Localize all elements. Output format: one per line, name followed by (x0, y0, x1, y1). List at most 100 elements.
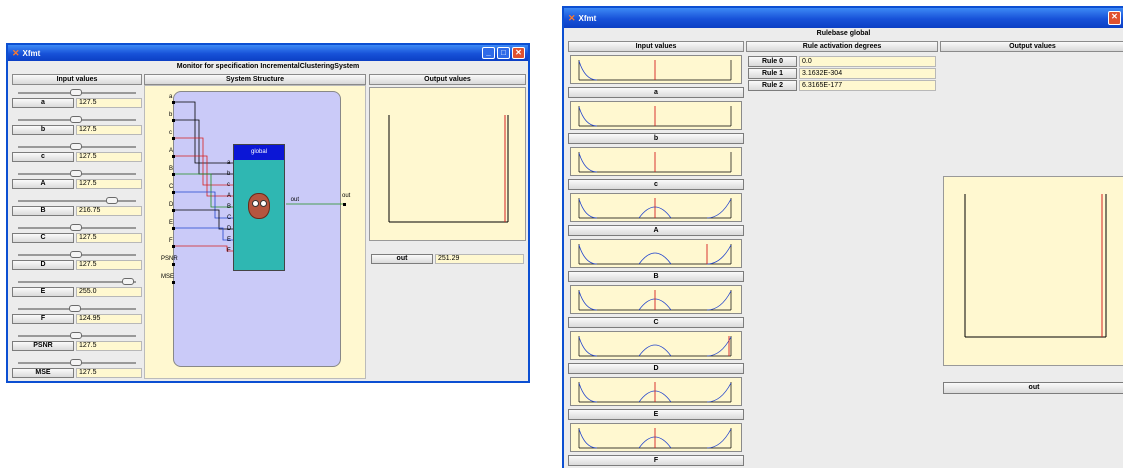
rule-activation-value: 0.0 (799, 56, 936, 67)
input-row: C 127.5 (12, 233, 142, 243)
rb-output-plot (943, 176, 1123, 366)
input-row: E 255.0 (12, 287, 142, 297)
membership-chart (570, 55, 742, 84)
input-value[interactable]: 127.5 (76, 125, 142, 135)
input-value[interactable]: 124.95 (76, 314, 142, 324)
slider-thumb[interactable] (70, 224, 82, 231)
window-title: Xfmt (22, 48, 41, 58)
structure-input-label: D (169, 202, 174, 208)
owl-icon (248, 193, 270, 219)
module-out-label: out (290, 197, 299, 203)
minimize-icon[interactable]: _ (482, 47, 495, 59)
membership-chart (570, 377, 742, 406)
monitor-header: Monitor for specification IncrementalClu… (176, 63, 360, 70)
rb-input-panel: Input values a b c A B C D E F (568, 41, 744, 468)
slider-thumb[interactable] (68, 305, 81, 312)
input-row: a 127.5 (12, 98, 142, 108)
rules-panel: Rule activation degrees Rule 0 0.0 Rule 13… (746, 41, 938, 468)
input-value[interactable]: 127.5 (76, 341, 142, 351)
input-slider[interactable] (12, 358, 142, 367)
membership-label: b (568, 133, 744, 144)
membership-label: A (568, 225, 744, 236)
input-value[interactable]: 127.5 (76, 152, 142, 162)
input-slider[interactable] (12, 196, 142, 205)
monitor-window: ✕ Xfmt _ □ ✕ Monitor for specification I… (6, 43, 530, 383)
input-row: D 127.5 (12, 260, 142, 270)
input-value[interactable]: 127.5 (76, 368, 142, 378)
maximize-icon[interactable]: □ (497, 47, 510, 59)
input-value[interactable]: 127.5 (76, 260, 142, 270)
structure-input-dot (172, 227, 175, 230)
membership-chart (570, 193, 742, 222)
structure-input-dot (172, 209, 175, 212)
input-slider[interactable] (12, 304, 142, 313)
slider-thumb[interactable] (70, 143, 82, 150)
input-slider[interactable] (12, 331, 142, 340)
membership-plot (578, 428, 732, 449)
input-value[interactable]: 127.5 (76, 179, 142, 189)
input-slider[interactable] (12, 142, 142, 151)
input-value[interactable]: 127.5 (76, 98, 142, 108)
input-value[interactable]: 255.0 (76, 287, 142, 297)
membership-plot (578, 244, 732, 265)
membership-plot (578, 336, 732, 357)
rule-name: Rule 2 (748, 80, 797, 91)
slider-thumb[interactable] (122, 278, 134, 285)
close-icon[interactable]: ✕ (512, 47, 525, 59)
membership-chart (570, 423, 742, 452)
window-title: Xfmt (578, 13, 597, 23)
output-row: out 251.29 (371, 254, 524, 264)
input-name: F (12, 314, 74, 324)
input-values-heading: Input values (12, 74, 142, 85)
slider-thumb[interactable] (70, 359, 82, 366)
structure-input-label: F (169, 238, 173, 244)
module-input-label: B (227, 204, 232, 210)
input-name: b (12, 125, 74, 135)
module-input-label: D (227, 226, 232, 232)
output-name: out (371, 254, 433, 264)
membership-label: C (568, 317, 744, 328)
rule-activation-heading: Rule activation degrees (746, 41, 938, 52)
module-input-label: A (227, 193, 232, 199)
input-slider[interactable] (12, 277, 142, 286)
xfuzzy-logo-icon: ✕ (12, 47, 20, 58)
structure-input-dot (172, 119, 175, 122)
slider-thumb[interactable] (106, 197, 119, 204)
structure-input-label: MSE (161, 274, 175, 280)
structure-input-dot (172, 263, 175, 266)
slider-thumb[interactable] (70, 332, 82, 339)
input-slider[interactable] (12, 223, 142, 232)
out-port-label: out (342, 193, 351, 199)
slider-thumb[interactable] (70, 116, 82, 123)
input-slider[interactable] (12, 88, 142, 97)
rule-list: Rule 0 0.0 Rule 1 3.1632E-304 Rule 2 6.3165E-… (746, 56, 938, 91)
rule-name: Rule 0 (748, 56, 797, 67)
rule-name: Rule 1 (748, 68, 797, 79)
input-value[interactable]: 216.75 (76, 206, 142, 216)
slider-thumb[interactable] (70, 89, 82, 96)
input-slider[interactable] (12, 250, 142, 259)
output-value: 251.29 (435, 254, 524, 264)
membership-list: a b c A B C D E F (568, 55, 744, 466)
input-value[interactable]: 127.5 (76, 233, 142, 243)
structure-input-dot (172, 191, 175, 194)
output-panel: Output values out 251.29 (369, 74, 526, 379)
rb-output-name: out (943, 382, 1123, 394)
monitor-titlebar[interactable]: ✕ Xfmt _ □ ✕ (8, 45, 528, 61)
global-module[interactable]: global abcABCDEF out (227, 144, 299, 271)
structure-input-label: C (169, 184, 174, 190)
membership-plot (578, 152, 732, 173)
rulebase-header: Rulebase global (816, 30, 871, 37)
structure-canvas: a b c A B C D E F PSNR MSE global abcABCDEF out ou… (144, 85, 366, 379)
membership-label: F (568, 455, 744, 466)
slider-thumb[interactable] (70, 251, 82, 258)
input-slider[interactable] (12, 169, 142, 178)
rulebase-titlebar[interactable]: ✕ Xfmt ✕ (564, 8, 1123, 28)
structure-input-dot (172, 137, 175, 140)
connection-wire (175, 137, 233, 186)
rule-activation-value: 3.1632E-304 (799, 68, 936, 79)
input-name: PSNR (12, 341, 74, 351)
input-slider[interactable] (12, 115, 142, 124)
slider-thumb[interactable] (70, 170, 82, 177)
close-icon[interactable]: ✕ (1108, 11, 1121, 25)
